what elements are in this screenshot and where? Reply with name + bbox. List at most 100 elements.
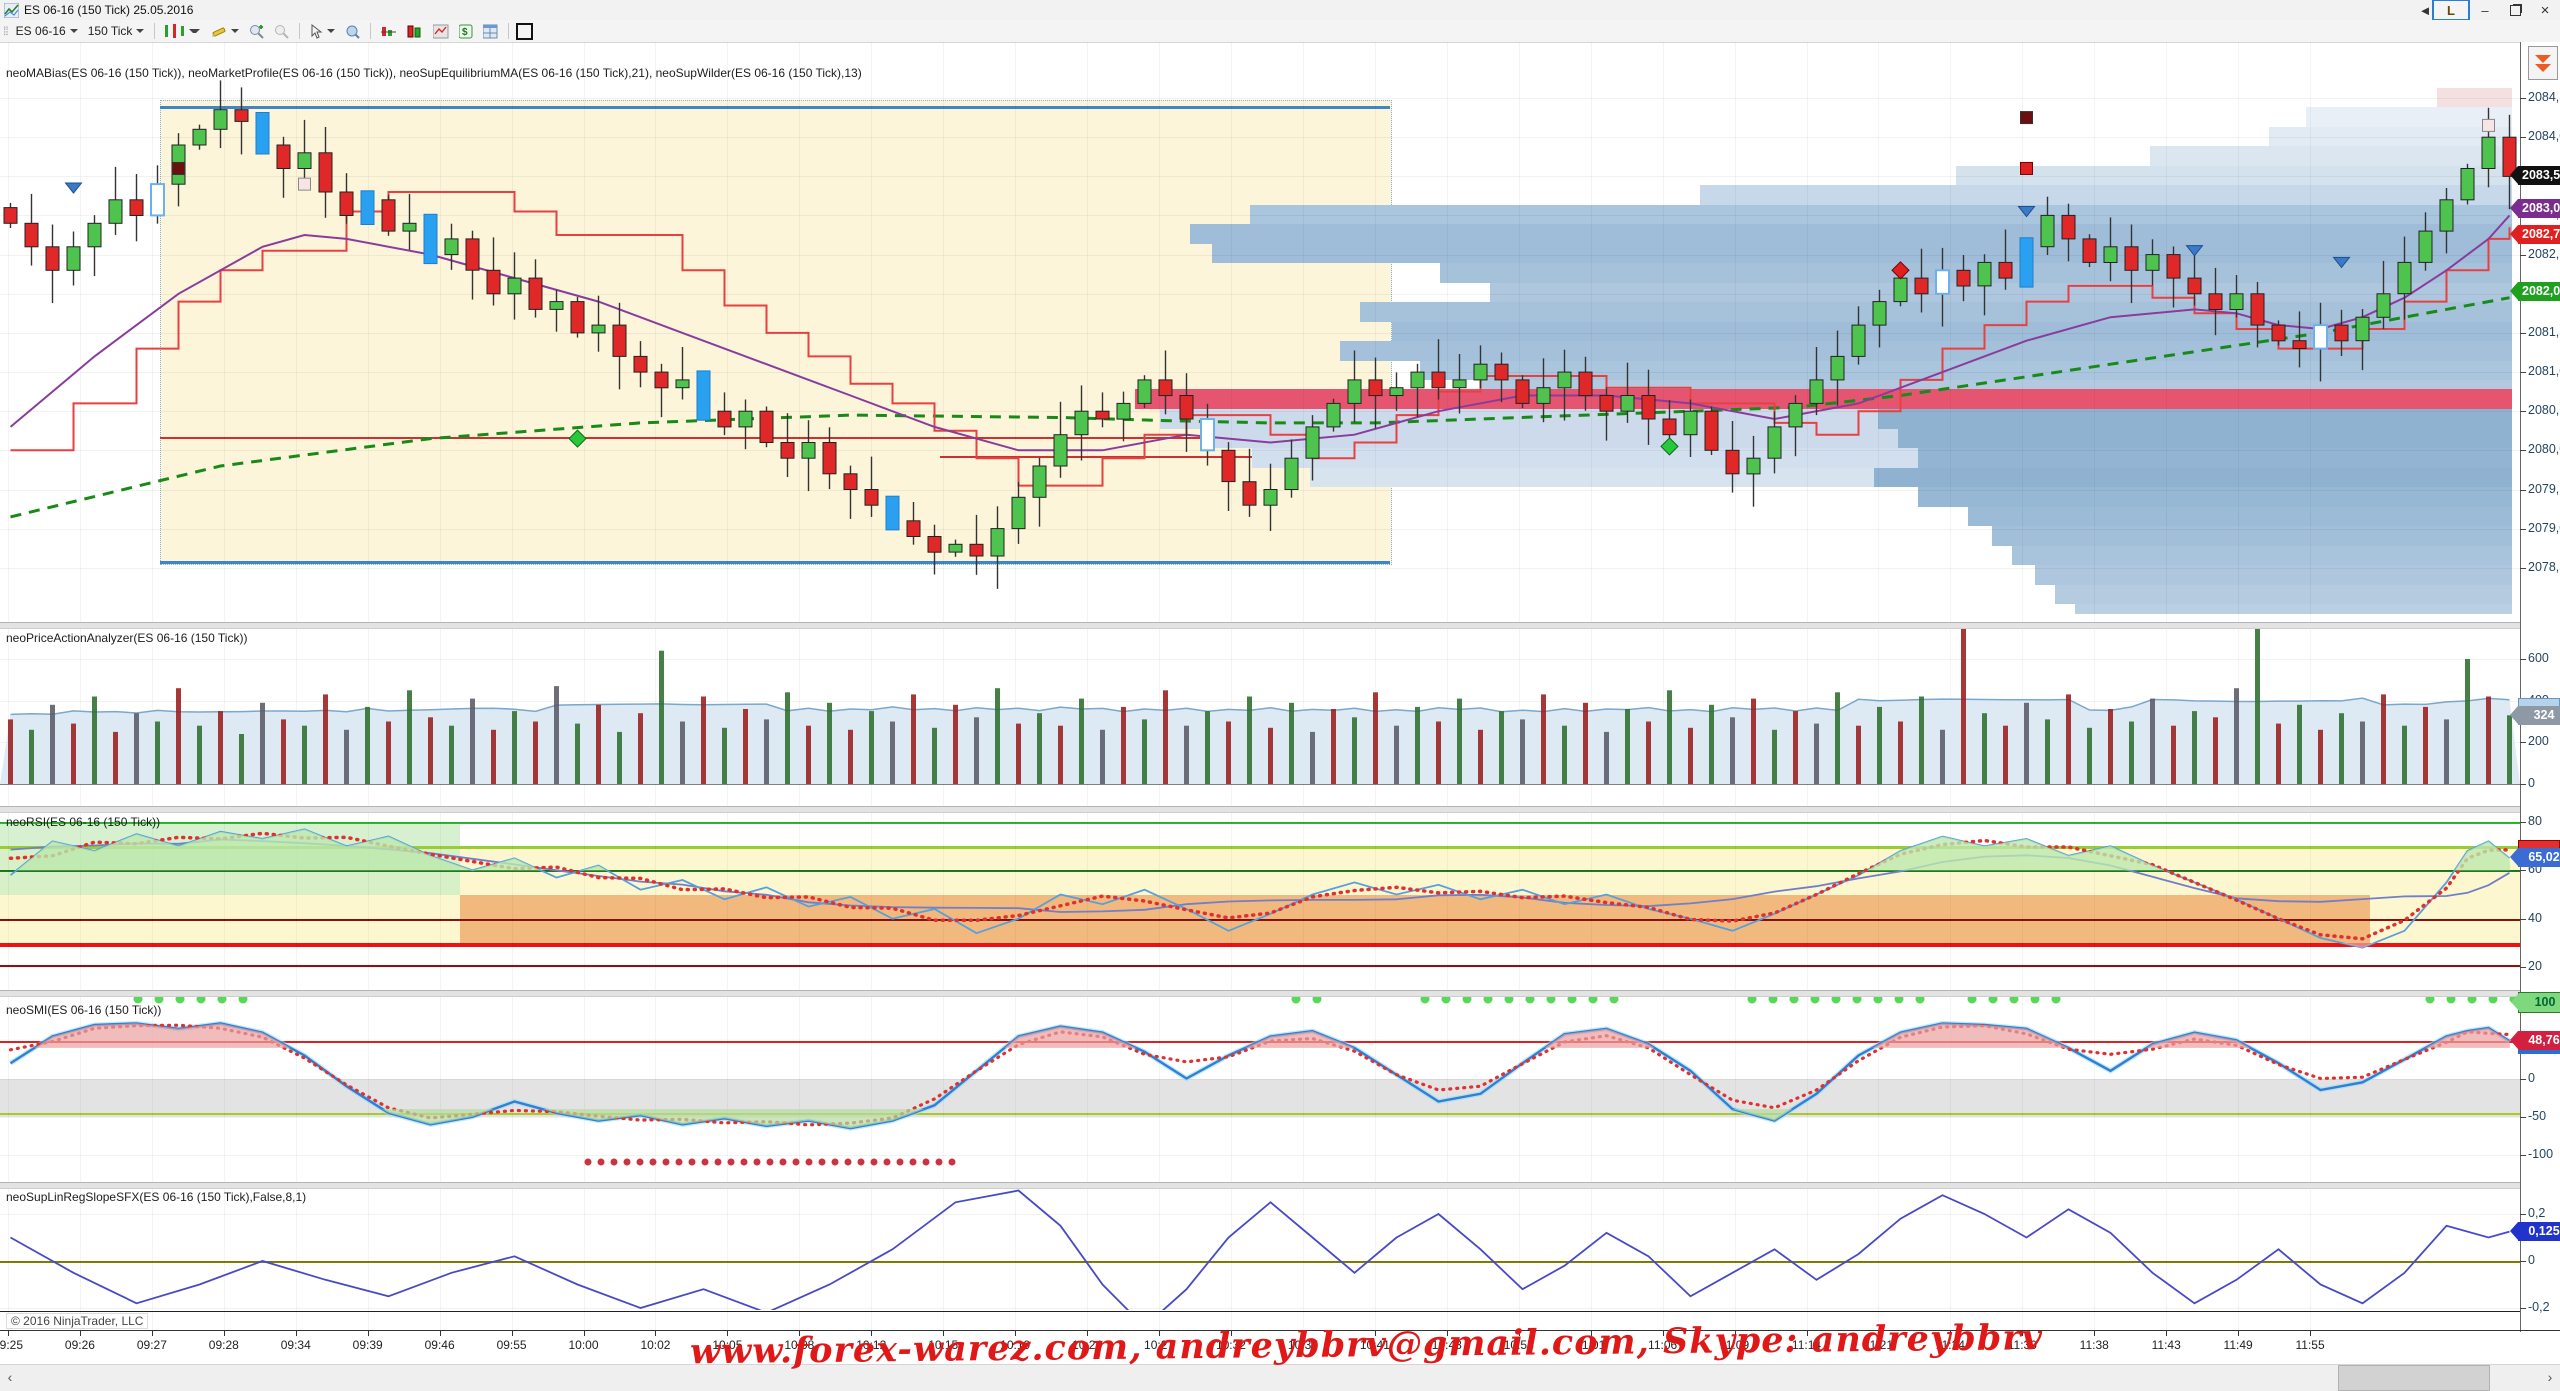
axis-tick-label: 0,2	[2528, 1206, 2545, 1220]
time-tick	[296, 1331, 297, 1336]
time-label: 09:25	[0, 1338, 23, 1352]
time-tick	[584, 1331, 585, 1336]
slope-panel-label: neoSupLinRegSlopeSFX(ES 06-16 (150 Tick)…	[6, 1190, 306, 1204]
tick-mark	[2520, 98, 2526, 99]
panel-separator[interactable]	[0, 990, 2560, 997]
signal-dots	[134, 995, 2519, 1166]
tick-mark	[2520, 372, 2526, 373]
axis-tick-label: 2080,00	[2528, 442, 2560, 456]
scrollbar-thumb[interactable]	[2338, 1365, 2490, 1391]
time-tick	[2094, 1331, 2095, 1336]
axis-tick-label: 2078,50	[2528, 560, 2560, 574]
equilibrium-ma-badge: 2083,08	[2518, 199, 2560, 218]
tick-mark	[2520, 490, 2526, 491]
copyright-label: © 2016 NinjaTrader, LLC	[6, 1313, 148, 1329]
time-label: 10:02	[640, 1338, 670, 1352]
time-label: 11:49	[2224, 1338, 2253, 1352]
tick-mark	[2520, 1214, 2526, 1215]
smi-badge-underline	[2518, 1050, 2560, 1054]
tick-mark	[2520, 255, 2526, 256]
tick-mark	[2520, 568, 2526, 569]
time-tick	[224, 1331, 225, 1336]
signal-markers	[66, 112, 2495, 455]
tick-mark	[2520, 870, 2526, 871]
smi-badge: 48,76	[2518, 1031, 2560, 1050]
axis-tick-label: 2084,00	[2528, 129, 2560, 143]
axis-tick-label: 0	[2528, 1071, 2535, 1085]
tick-mark	[2520, 1117, 2526, 1118]
tick-mark	[2520, 411, 2526, 412]
tick-mark	[2520, 822, 2526, 823]
smi-lines	[11, 1023, 2510, 1128]
smi-panel-label: neoSMI(ES 06-16 (150 Tick))	[6, 1003, 161, 1017]
axis-tick-label: 40	[2528, 911, 2542, 925]
axis-tick-label: -0,2	[2528, 1300, 2550, 1314]
tick-mark	[2520, 450, 2526, 451]
panel-separator[interactable]	[0, 806, 2560, 813]
tick-mark	[2520, 137, 2526, 138]
tick-mark	[2520, 1155, 2526, 1156]
time-tick	[2166, 1331, 2167, 1336]
bias-ma-badge: 2082,02	[2518, 282, 2560, 301]
close-button[interactable]: ×	[2530, 1, 2560, 19]
time-label: 09:26	[65, 1338, 95, 1352]
tick-mark	[2520, 1261, 2526, 1262]
tick-mark	[2520, 1308, 2526, 1309]
time-label: 10:00	[569, 1338, 599, 1352]
time-tick	[8, 1331, 9, 1336]
axis-tick-label: 600	[2528, 651, 2549, 665]
axis-tick-label: -100	[2528, 1147, 2553, 1161]
time-label: 11:55	[2296, 1338, 2325, 1352]
candles	[4, 80, 2516, 589]
tick-mark	[2520, 659, 2526, 660]
scroll-left-arrow[interactable]: ‹	[2, 1366, 18, 1388]
slope-badge: 0,125	[2518, 1222, 2560, 1241]
axis-tick-label: 80	[2528, 814, 2542, 828]
time-tick	[655, 1331, 656, 1336]
axis-tick-label: 20	[2528, 959, 2542, 973]
axis-tick-label: -50	[2528, 1109, 2546, 1123]
time-tick	[152, 1331, 153, 1336]
time-tick	[80, 1331, 81, 1336]
tick-mark	[2520, 967, 2526, 968]
axis-tick-label: 2080,50	[2528, 403, 2560, 417]
tick-mark	[2520, 529, 2526, 530]
axis-tick-label: 200	[2528, 734, 2549, 748]
double-down-arrow-icon	[2535, 55, 2551, 63]
smi-high-badge: 100	[2518, 992, 2560, 1013]
scroll-right-arrow[interactable]: ›	[2542, 1366, 2558, 1388]
panel-separator[interactable]	[0, 1182, 2560, 1189]
time-label: 09:34	[281, 1338, 311, 1352]
horizontal-scrollbar[interactable]	[0, 1364, 2560, 1391]
scroll-to-end-button[interactable]	[2528, 46, 2558, 80]
axis-tick-label: 2079,50	[2528, 482, 2560, 496]
tick-mark	[2520, 333, 2526, 334]
slope-line	[11, 1191, 2510, 1327]
time-tick	[2238, 1331, 2239, 1336]
panel-separator[interactable]	[0, 622, 2560, 629]
time-tick	[512, 1331, 513, 1336]
wilder-badge: 2082,75	[2518, 225, 2560, 244]
time-tick	[2310, 1331, 2311, 1336]
chart-bottom-border	[0, 1311, 2560, 1312]
rsi-panel-label: neoRSI(ES 06-16 (150 Tick))	[6, 815, 160, 829]
axis-tick-label: 2079,00	[2528, 521, 2560, 535]
time-label: 09:28	[209, 1338, 239, 1352]
ninjatrader-chart-window: { "window": { "title": "ES 06-16 (150 Ti…	[0, 0, 2560, 1390]
tick-mark	[2520, 1079, 2526, 1080]
time-label: 09:39	[353, 1338, 383, 1352]
tick-mark	[2520, 742, 2526, 743]
time-label: 09:27	[137, 1338, 167, 1352]
volume-panel-label: neoPriceActionAnalyzer(ES 06-16 (150 Tic…	[6, 631, 247, 645]
time-label: 11:43	[2152, 1338, 2181, 1352]
time-tick	[440, 1331, 441, 1336]
axis-tick-label: 2081,00	[2528, 364, 2560, 378]
last-price-badge: 2083,50	[2518, 166, 2560, 185]
time-label: 09:46	[425, 1338, 455, 1352]
time-tick	[368, 1331, 369, 1336]
tick-mark	[2520, 784, 2526, 785]
price-overlays	[11, 192, 2510, 517]
axis-tick-label: 2082,50	[2528, 247, 2560, 261]
volume-badge: 324	[2518, 706, 2560, 725]
rsi-badge: 65,02	[2518, 848, 2560, 867]
